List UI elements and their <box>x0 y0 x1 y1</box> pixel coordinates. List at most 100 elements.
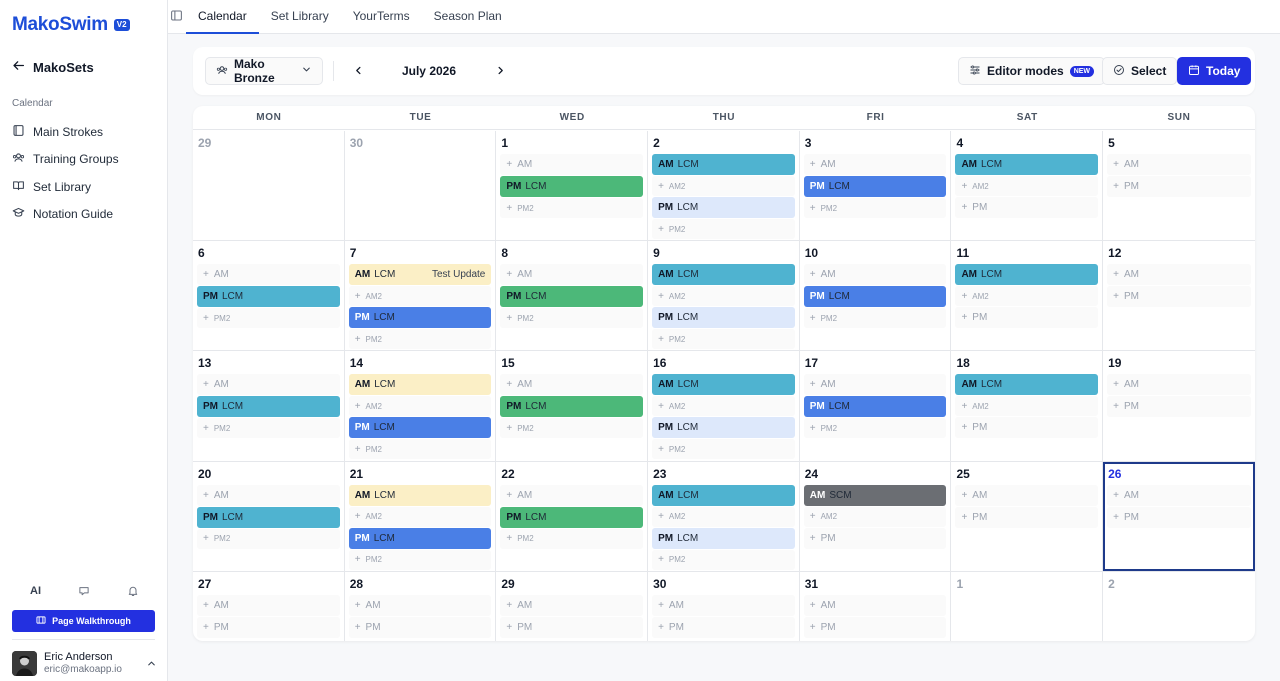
day-cell[interactable]: 24 AM SCM + AM2 + PM <box>800 461 952 571</box>
select-button[interactable]: Select <box>1102 57 1178 85</box>
session-pm[interactable]: PM LCM <box>803 176 947 197</box>
add-session-am[interactable]: + AM <box>1107 154 1251 175</box>
tab-calendar[interactable]: Calendar <box>186 0 259 34</box>
day-cell[interactable]: 2 <box>1103 572 1255 641</box>
day-cell[interactable]: 13 + AM PM LCM + PM2 <box>193 351 345 461</box>
add-session-am[interactable]: + AM <box>197 594 340 616</box>
day-cell[interactable]: 18 AM LCM + AM2 + PM <box>951 351 1104 461</box>
session-pm[interactable]: PM LCM <box>652 197 795 218</box>
back-to-makosets-link[interactable]: MakoSets <box>12 59 94 75</box>
add-session-am[interactable]: + AM <box>500 154 644 175</box>
add-session-pm[interactable]: + PM <box>652 616 795 638</box>
sidebar-item-set-library[interactable]: Set Library <box>12 173 160 201</box>
add-session-am2[interactable]: + AM2 <box>955 396 1099 417</box>
day-cell[interactable]: 1 <box>951 571 1104 641</box>
add-session-am2[interactable]: + AM2 <box>955 286 1099 307</box>
add-session-pm2[interactable]: + PM2 <box>197 528 340 549</box>
session-am[interactable]: AM LCM <box>652 484 795 506</box>
session-am[interactable]: AM LCM <box>955 264 1099 286</box>
add-session-pm2[interactable]: + PM2 <box>500 308 644 329</box>
add-session-pm[interactable]: + PM <box>955 197 1099 218</box>
add-session-am[interactable]: + AM <box>955 484 1099 506</box>
page-walkthrough-button[interactable]: Page Walkthrough <box>12 610 155 632</box>
add-session-am[interactable]: + AM <box>197 484 340 506</box>
sidebar-item-main-strokes[interactable]: Main Strokes <box>12 118 160 146</box>
session-am[interactable]: AM LCM <box>652 374 795 396</box>
session-am[interactable]: AM LCM <box>955 374 1099 396</box>
add-session-am[interactable]: + AM <box>652 594 795 616</box>
day-cell[interactable]: 12 + AM + PM <box>1103 241 1255 350</box>
add-session-pm[interactable]: + PM <box>955 417 1099 439</box>
add-session-am[interactable]: + AM <box>1107 374 1251 396</box>
day-cell[interactable]: 16 AM LCM + AM2 PM LCM + PM2 <box>648 351 800 461</box>
add-session-pm2[interactable]: + PM2 <box>652 549 795 570</box>
add-session-am2[interactable]: + AM2 <box>955 176 1099 196</box>
add-session-am2[interactable]: + AM2 <box>652 176 795 196</box>
add-session-pm2[interactable]: + PM2 <box>803 308 947 329</box>
day-cell[interactable]: 20 + AM PM LCM + PM2 <box>193 461 345 571</box>
session-pm[interactable]: PM LCM <box>197 286 340 308</box>
sidebar-item-notation-guide[interactable]: Notation Guide <box>12 201 160 229</box>
day-cell[interactable]: 28 + AM + PM <box>345 571 497 641</box>
session-pm[interactable]: PM LCM <box>652 417 795 439</box>
add-session-am[interactable]: + AM <box>803 264 947 286</box>
add-session-pm[interactable]: + PM <box>955 307 1099 329</box>
session-am[interactable]: AM SCM <box>803 484 947 506</box>
day-cell[interactable]: 22 + AM PM LCM + PM2 <box>496 461 649 571</box>
add-session-am2[interactable]: + AM2 <box>348 396 492 417</box>
sidebar-item-training-groups[interactable]: Training Groups <box>12 146 160 174</box>
add-session-pm2[interactable]: + PM2 <box>652 329 795 350</box>
session-pm[interactable]: PM LCM <box>500 396 644 418</box>
add-session-pm[interactable]: + PM <box>1107 396 1251 418</box>
add-session-am[interactable]: + AM <box>197 264 340 286</box>
add-session-pm2[interactable]: + PM2 <box>348 439 492 460</box>
day-cell[interactable]: 14 AM LCM + AM2 PM LCM + PM2 <box>345 351 497 461</box>
session-am[interactable]: AM LCM <box>652 154 795 175</box>
day-cell[interactable]: 29 + AM + PM <box>496 571 649 641</box>
tab-set-library[interactable]: Set Library <box>259 0 341 34</box>
tab-season-plan[interactable]: Season Plan <box>422 0 514 34</box>
session-pm[interactable]: PM LCM <box>348 307 492 329</box>
session-pm[interactable]: PM LCM <box>348 417 492 439</box>
day-cell[interactable]: 31 + AM + PM <box>800 571 952 641</box>
day-cell[interactable]: 8 + AM PM LCM + PM2 <box>496 241 649 351</box>
add-session-pm[interactable]: + PM <box>197 616 340 638</box>
add-session-pm2[interactable]: + PM2 <box>652 219 795 239</box>
day-cell[interactable]: 7 AM LCM Test Update + AM2 PM LCM + PM2 <box>345 241 497 351</box>
day-cell[interactable]: 27 + AM + PM <box>193 571 345 641</box>
add-session-am[interactable]: + AM <box>500 594 644 616</box>
day-cell[interactable]: 29 <box>193 131 345 241</box>
session-pm[interactable]: PM LCM <box>348 527 492 549</box>
day-cell[interactable]: 30 <box>345 131 497 241</box>
add-session-pm[interactable]: + PM <box>348 616 492 638</box>
add-session-pm2[interactable]: + PM2 <box>803 418 947 439</box>
session-pm[interactable]: PM LCM <box>803 396 947 418</box>
add-session-am2[interactable]: + AM2 <box>348 286 492 307</box>
add-session-pm2[interactable]: + PM2 <box>348 549 492 570</box>
editor-modes-button[interactable]: Editor modes NEW <box>958 57 1106 85</box>
add-session-am[interactable]: + AM <box>803 374 947 396</box>
add-session-am[interactable]: + AM <box>1107 484 1251 506</box>
add-session-pm2[interactable]: + PM2 <box>197 308 340 329</box>
day-cell[interactable]: 17 + AM PM LCM + PM2 <box>800 351 952 461</box>
day-cell-today[interactable]: 26 + AM + PM <box>1103 461 1255 571</box>
add-session-pm[interactable]: + PM <box>1107 176 1251 197</box>
day-cell[interactable]: 11 AM LCM + AM2 + PM <box>951 241 1104 351</box>
add-session-am2[interactable]: + AM2 <box>348 506 492 527</box>
day-cell[interactable]: 25 + AM + PM <box>951 461 1104 571</box>
bell-icon[interactable] <box>127 585 139 597</box>
day-cell[interactable]: 21 AM LCM + AM2 PM LCM + PM2 <box>345 461 497 571</box>
sidebar-toggle-icon[interactable] <box>170 9 183 25</box>
add-session-pm[interactable]: + PM <box>1107 286 1251 308</box>
add-session-am[interactable]: + AM <box>500 484 644 506</box>
session-am[interactable]: AM LCM <box>348 374 492 396</box>
ai-button[interactable]: AI <box>30 585 41 597</box>
session-am[interactable]: AM LCM <box>348 484 492 506</box>
session-am[interactable]: AM LCM Test Update <box>348 264 492 286</box>
session-pm[interactable]: PM LCM <box>500 506 644 528</box>
add-session-am[interactable]: + AM <box>348 594 492 616</box>
training-group-select[interactable]: Mako Bronze <box>205 57 323 85</box>
add-session-pm2[interactable]: + PM2 <box>197 418 340 439</box>
day-cell[interactable]: 9 AM LCM + AM2 PM LCM + PM2 <box>648 241 800 351</box>
session-pm[interactable]: PM LCM <box>652 527 795 549</box>
